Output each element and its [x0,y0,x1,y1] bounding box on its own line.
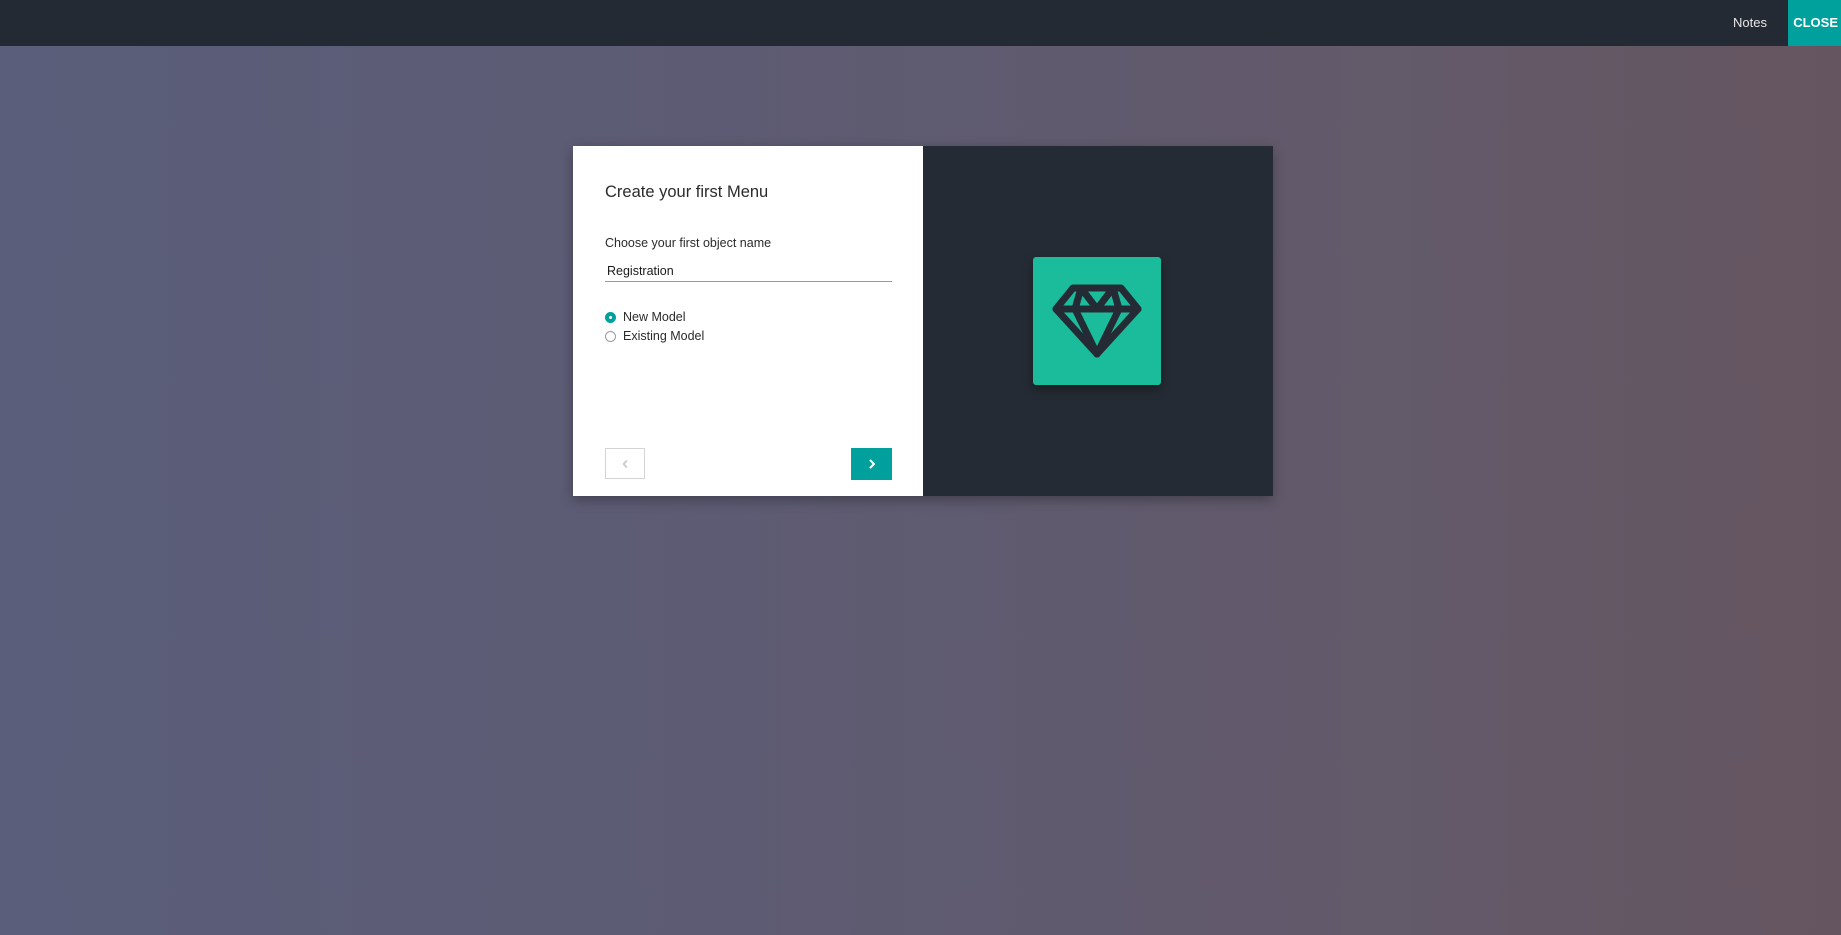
dialog-form-panel: Create your first Menu Choose your first… [573,146,923,496]
chevron-left-icon [622,459,628,468]
existing-model-radio[interactable] [605,330,616,342]
close-button[interactable]: CLOSE [1788,0,1841,46]
previous-button[interactable] [605,448,645,479]
next-button[interactable] [851,448,892,480]
existing-model-label: Existing Model [623,329,705,343]
notes-link[interactable]: Notes [1733,0,1767,46]
chevron-right-icon [869,459,875,469]
dialog-title: Create your first Menu [605,183,769,201]
top-bar: Notes CLOSE [0,0,1841,46]
object-name-label: Choose your first object name [605,236,772,250]
object-name-input[interactable] [605,260,892,282]
new-model-option[interactable]: New Model [605,310,686,324]
existing-model-option[interactable]: Existing Model [605,329,704,343]
new-model-label: New Model [623,310,686,324]
dialog-illustration-panel [923,146,1273,496]
diamond-icon [1052,284,1142,358]
new-model-radio[interactable] [605,311,616,323]
create-menu-dialog: Create your first Menu Choose your first… [573,146,1273,496]
app-icon-tile [1033,257,1161,385]
